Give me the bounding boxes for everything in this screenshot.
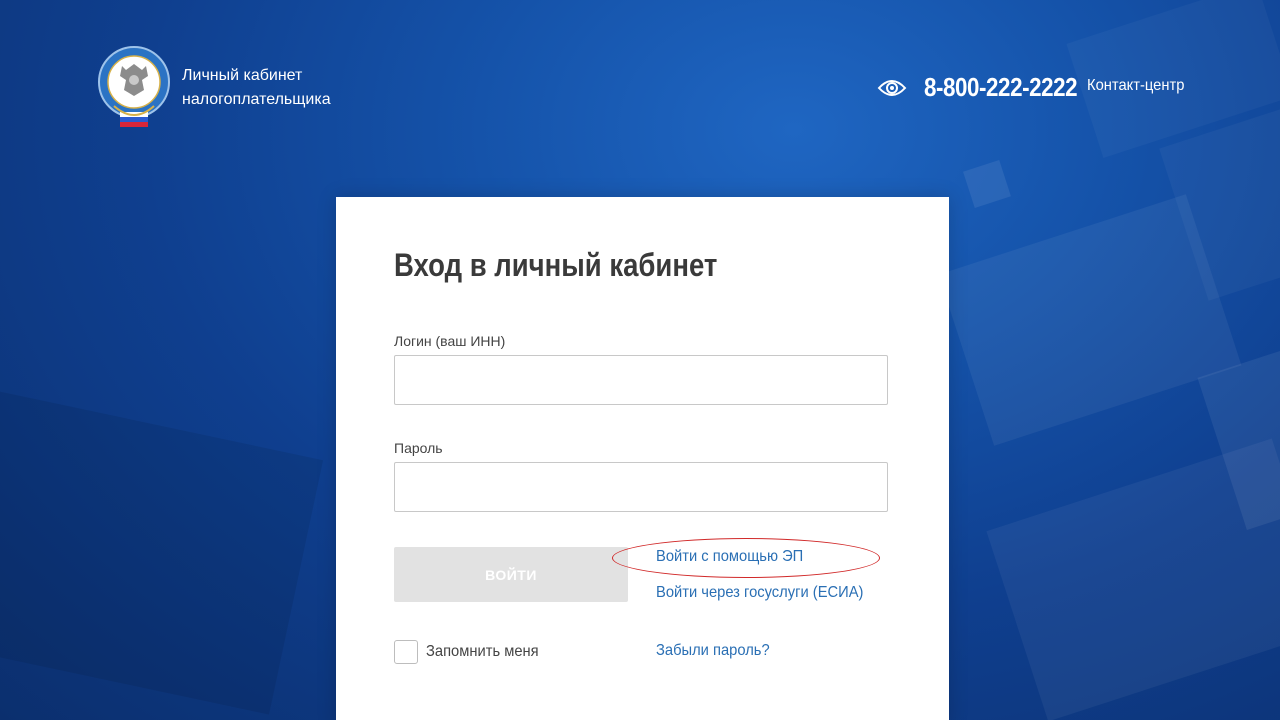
login-with-ep-link[interactable]: Войти с помощью ЭП (656, 548, 803, 566)
login-title: Вход в личный кабинет (394, 247, 718, 283)
eye-icon[interactable] (877, 76, 907, 100)
background-shape (0, 385, 324, 715)
login-submit-button[interactable]: ВОЙТИ (394, 547, 628, 602)
password-field-label: Пароль (394, 440, 443, 456)
site-header: Личный кабинет налогоплательщика 8-800-2… (0, 0, 1280, 140)
brand-line-1: Личный кабинет (182, 67, 303, 84)
brand-title[interactable]: Личный кабинет налогоплательщика (182, 64, 331, 112)
hotline-phone[interactable]: 8-800-222-2222 (924, 72, 1078, 103)
background-shape (963, 160, 1011, 208)
remember-me-label[interactable]: Запомнить меня (426, 643, 539, 661)
login-inn-input[interactable] (394, 355, 888, 405)
password-input[interactable] (394, 462, 888, 512)
login-field-label: Логин (ваш ИНН) (394, 333, 506, 349)
login-with-esia-link[interactable]: Войти через госуслуги (ЕСИА) (656, 584, 863, 602)
contact-center-link[interactable]: Контакт-центр (1087, 77, 1184, 95)
forgot-password-link[interactable]: Забыли пароль? (656, 642, 770, 660)
brand-line-2: налогоплательщика (182, 91, 331, 108)
fns-emblem-icon[interactable] (98, 46, 170, 132)
remember-me-checkbox[interactable] (394, 640, 418, 664)
login-page: Личный кабинет налогоплательщика 8-800-2… (0, 0, 1280, 720)
login-card: Вход в личный кабинет Логин (ваш ИНН) Па… (336, 197, 949, 720)
